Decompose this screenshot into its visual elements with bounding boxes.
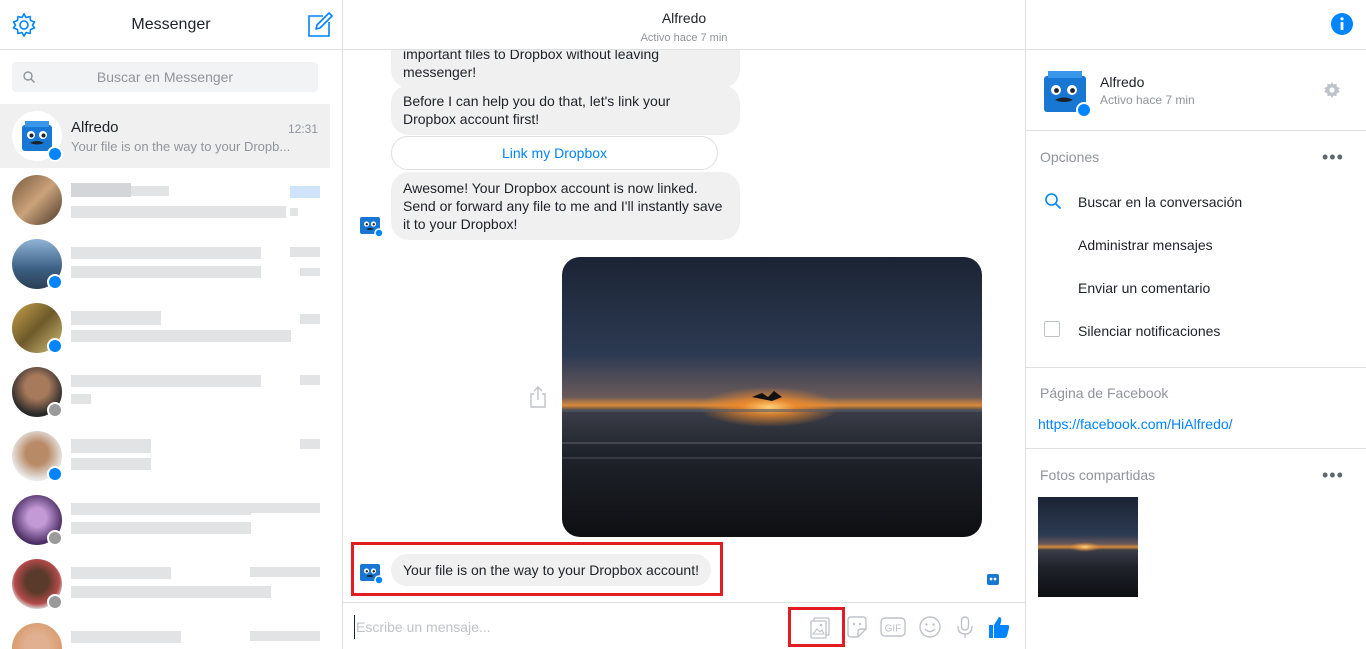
message-bubble: important files to Dropbox without leavi… [391, 50, 740, 88]
message-bubble: Awesome! Your Dropbox account is now lin… [391, 172, 740, 240]
info-panel-header [1026, 0, 1366, 50]
option-manage-messages[interactable]: Administrar mensajes [1078, 237, 1213, 253]
info-icon[interactable] [1330, 12, 1354, 36]
options-section-title: Opciones [1040, 149, 1100, 165]
conversation-item-redacted[interactable] [0, 168, 330, 232]
conversation-item-alfredo[interactable]: Alfredo 12:31 Your file is on the way to… [0, 104, 330, 168]
message-input[interactable] [354, 615, 774, 639]
conversation-item-redacted[interactable] [0, 424, 330, 488]
svg-text:GIF: GIF [885, 624, 902, 635]
message-thread: important files to Dropbox without leavi… [343, 50, 1025, 602]
compose-new-message-icon[interactable] [305, 11, 333, 39]
divider [1026, 130, 1366, 131]
messenger-badge-icon [1076, 102, 1092, 118]
gif-icon[interactable]: GIF [880, 614, 906, 640]
messenger-badge-icon [47, 146, 63, 162]
divider [1026, 367, 1366, 368]
messenger-badge-icon [47, 466, 63, 482]
facebook-badge-icon [47, 530, 63, 546]
sidebar-title: Messenger [131, 16, 211, 33]
conversation-item-redacted[interactable] [0, 552, 330, 616]
message-text: it to your Dropbox! [403, 216, 518, 232]
message-text: Dropbox account first! [403, 111, 540, 127]
shared-photos-more-icon[interactable]: ••• [1322, 466, 1344, 484]
conversation-name: Alfredo [71, 119, 119, 136]
search-box [12, 62, 318, 92]
conversation-snippet: Your file is on the way to your Dropb... [71, 139, 291, 154]
mute-notifications-checkbox[interactable] [1044, 321, 1060, 337]
bot-avatar [360, 217, 383, 237]
message-composer: GIF [343, 602, 1025, 649]
facebook-page-section-title: Página de Facebook [1040, 385, 1169, 401]
profile-status: Activo hace 7 min [1100, 93, 1195, 107]
divider [1026, 448, 1366, 449]
conversation-sidebar: Messenger Buscar en Messenger Alfredo 12… [0, 0, 343, 649]
avatar [12, 175, 62, 225]
facebook-badge-icon [47, 594, 63, 610]
seen-avatar-icon [987, 574, 999, 585]
message-text: Before I can help you do that, let's lin… [403, 93, 671, 109]
conversation-item-redacted[interactable] [0, 616, 330, 649]
option-send-feedback[interactable]: Enviar un comentario [1078, 280, 1210, 296]
messenger-badge-icon [47, 338, 63, 354]
message-text: Awesome! Your Dropbox account is now lin… [403, 180, 698, 196]
conversation-item-redacted[interactable] [0, 488, 330, 552]
messenger-app: Messenger Buscar en Messenger Alfredo 12… [0, 0, 1366, 649]
message-bubble: Before I can help you do that, let's lin… [391, 85, 740, 135]
conversation-item-redacted[interactable] [0, 296, 330, 360]
message-text: Send or forward any file to me and I'll … [403, 198, 723, 214]
options-more-icon[interactable]: ••• [1322, 148, 1344, 166]
message-text: important files to Dropbox without leavi… [403, 50, 660, 62]
sticker-icon[interactable] [844, 614, 870, 640]
share-icon[interactable] [528, 385, 548, 409]
sent-sunset-photo[interactable] [562, 257, 982, 537]
avatar [12, 623, 62, 649]
profile-name: Alfredo [1100, 74, 1145, 90]
conversation-info-panel: Alfredo Activo hace 7 min Opciones ••• B… [1025, 0, 1366, 649]
conversation-item-redacted[interactable] [0, 360, 330, 424]
chat-active-status: Activo hace 7 min [640, 32, 728, 44]
conversation-time: 12:31 [287, 122, 318, 136]
thumbs-up-icon[interactable] [986, 614, 1012, 640]
option-search-conversation[interactable]: Buscar en la conversación [1078, 194, 1242, 210]
microphone-icon[interactable] [952, 614, 978, 640]
search-input[interactable] [12, 62, 318, 92]
emoji-icon[interactable] [917, 614, 943, 640]
shared-photo-thumbnail[interactable] [1038, 497, 1138, 597]
profile-avatar [1040, 68, 1092, 118]
conversation-list: Alfredo 12:31 Your file is on the way to… [0, 104, 330, 649]
annotation-highlight-box [351, 542, 723, 596]
shared-photos-section-title: Fotos compartidas [1040, 467, 1156, 483]
chat-title: Alfredo [661, 10, 707, 26]
messenger-badge-icon [47, 274, 63, 290]
link-my-dropbox-button[interactable]: Link my Dropbox [391, 136, 718, 170]
sidebar-header: Messenger [0, 0, 342, 50]
annotation-highlight-box [788, 607, 845, 647]
facebook-page-link[interactable]: https://facebook.com/HiAlfredo/ [1038, 416, 1233, 432]
profile-settings-gear-icon[interactable] [1323, 81, 1341, 99]
option-mute-notifications[interactable]: Silenciar notificaciones [1078, 323, 1220, 339]
chat-panel: Alfredo Activo hace 7 min important file… [343, 0, 1025, 649]
conversation-item-redacted[interactable] [0, 232, 330, 296]
chat-header: Alfredo Activo hace 7 min [343, 0, 1025, 50]
search-icon [1045, 193, 1062, 210]
message-text: messenger! [403, 64, 477, 80]
facebook-badge-icon [47, 402, 63, 418]
